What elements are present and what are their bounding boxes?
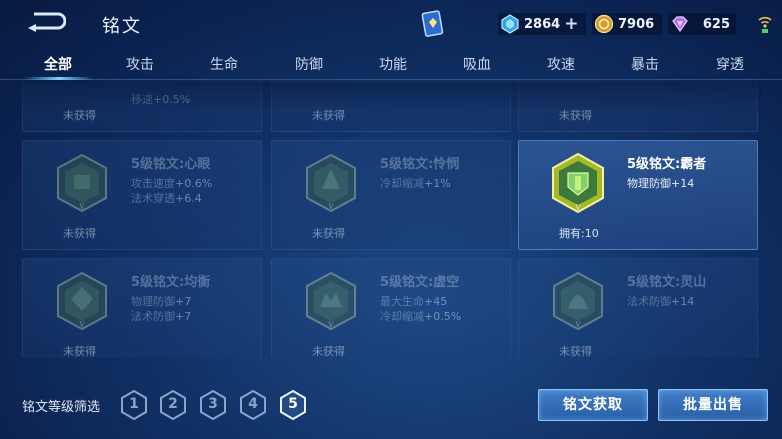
purple-gem-icon	[672, 16, 688, 33]
level-filter-5-selected[interactable]: 5	[279, 389, 307, 421]
inscription-status: 未获得	[559, 109, 592, 122]
inscription-gem-icon: V	[57, 271, 107, 331]
inscription-name: 5级铭文:灵山	[627, 275, 707, 290]
inscription-status: 未获得	[63, 109, 96, 122]
top-bar: 铭文 2864 + 7906 625	[0, 0, 782, 48]
inscription-gem-icon: V	[553, 271, 603, 331]
inscription-status: 未获得	[559, 345, 592, 358]
inscription-slot-bazhe[interactable]: V 5级铭文:霸者 物理防御+14 拥有:10	[518, 140, 758, 250]
inscription-slot-junheng[interactable]: V 5级铭文:均衡 物理防御+7 法术防御+7 未获得	[22, 258, 262, 358]
inscription-slot[interactable]: 移速+0.5% 未获得	[22, 82, 262, 132]
diamond-icon	[501, 14, 519, 34]
gem-balance: 625	[668, 12, 736, 36]
active-tab-indicator	[24, 77, 94, 80]
inscription-status: 未获得	[63, 345, 96, 358]
inscription-gem-icon: V	[306, 153, 356, 213]
inscription-attr: 冷却缩减+1%	[380, 177, 451, 190]
inscription-attr: 最大生命+45	[380, 295, 448, 308]
inscription-attr: 移速+0.5%	[131, 93, 191, 106]
gold-value: 7906	[618, 16, 655, 32]
diamond-value: 2864	[524, 16, 561, 32]
add-diamond-button[interactable]: +	[564, 14, 578, 34]
inscription-name: 5级铭文:心眼	[131, 157, 211, 172]
level-filter-4[interactable]: 4	[239, 389, 267, 421]
inscription-card-icon[interactable]	[421, 10, 445, 38]
gem-value: 625	[702, 16, 730, 32]
inscription-gem-icon: V	[306, 271, 356, 331]
tab-critical[interactable]: 暴击	[615, 54, 675, 74]
inscription-slot-lianmin[interactable]: V 5级铭文:怜悯 冷却缩减+1% 未获得	[271, 140, 511, 250]
inscription-name: 5级铭文:虚空	[380, 275, 460, 290]
gold-balance: 7906	[592, 12, 662, 36]
inscription-status: 未获得	[312, 227, 345, 240]
inscription-status: 未获得	[63, 227, 96, 240]
level-filter-2[interactable]: 2	[159, 389, 187, 421]
inscription-attr: 法术穿透+6.4	[131, 192, 202, 205]
inscription-slot[interactable]: 未获得	[271, 82, 511, 132]
inscription-name: 5级铭文:均衡	[131, 275, 211, 290]
category-tabs: 全部 攻击 生命 防御 功能 吸血 攻速 暴击 穿透	[0, 50, 782, 80]
inscription-name: 5级铭文:霸者	[627, 157, 707, 172]
inscription-attr: 法术防御+7	[131, 310, 192, 323]
svg-text:V: V	[327, 203, 334, 211]
svg-text:V: V	[574, 204, 581, 212]
back-arrow-icon[interactable]	[24, 10, 66, 34]
svg-text:V: V	[574, 321, 581, 329]
obtain-inscription-button[interactable]: 铭文获取	[538, 389, 648, 421]
inscription-gem-icon: V	[552, 153, 604, 213]
tab-attack[interactable]: 攻击	[110, 54, 170, 74]
tab-lifesteal[interactable]: 吸血	[447, 54, 507, 74]
gold-coin-icon	[594, 14, 614, 34]
svg-text:V: V	[78, 203, 85, 211]
inscription-grid: 移速+0.5% 未获得 未获得 未获得 V 5级铭文:心眼 攻击速度+0.6% …	[22, 82, 762, 358]
page-title: 铭文	[102, 16, 142, 37]
inscription-name: 5级铭文:怜悯	[380, 157, 460, 172]
inscription-attr: 冷却缩减+0.5%	[380, 310, 462, 323]
inscription-status: 未获得	[312, 109, 345, 122]
tab-defense[interactable]: 防御	[279, 54, 339, 74]
inscription-slot-xinyan[interactable]: V 5级铭文:心眼 攻击速度+0.6% 法术穿透+6.4 未获得	[22, 140, 262, 250]
svg-text:V: V	[78, 321, 85, 329]
tab-utility[interactable]: 功能	[363, 54, 423, 74]
diamond-balance: 2864 +	[498, 12, 586, 36]
inscription-owned-count: 拥有:10	[559, 227, 599, 240]
wifi-icon	[758, 16, 772, 33]
tab-penetration[interactable]: 穿透	[700, 54, 760, 74]
tab-all[interactable]: 全部	[28, 54, 88, 74]
bulk-sell-button[interactable]: 批量出售	[658, 389, 768, 421]
inscription-slot-xukong[interactable]: V 5级铭文:虚空 最大生命+45 冷却缩减+0.5% 未获得	[271, 258, 511, 358]
inscription-gem-icon: V	[57, 153, 107, 213]
inscription-status: 未获得	[312, 345, 345, 358]
level-filter-3[interactable]: 3	[199, 389, 227, 421]
inscription-slot[interactable]: 未获得	[518, 82, 758, 132]
tab-attack-speed[interactable]: 攻速	[531, 54, 591, 74]
inscription-attr: 物理防御+14	[627, 177, 695, 190]
tab-health[interactable]: 生命	[194, 54, 254, 74]
level-filter-1[interactable]: 1	[120, 389, 148, 421]
inscription-slot-lingshan[interactable]: V 5级铭文:灵山 法术防御+14 未获得	[518, 258, 758, 358]
inscription-attr: 物理防御+7	[131, 295, 192, 308]
inscription-attr: 法术防御+14	[627, 295, 695, 308]
level-filter-label: 铭文等级筛选	[22, 400, 101, 415]
inscription-attr: 攻击速度+0.6%	[131, 177, 213, 190]
svg-text:V: V	[327, 321, 334, 329]
